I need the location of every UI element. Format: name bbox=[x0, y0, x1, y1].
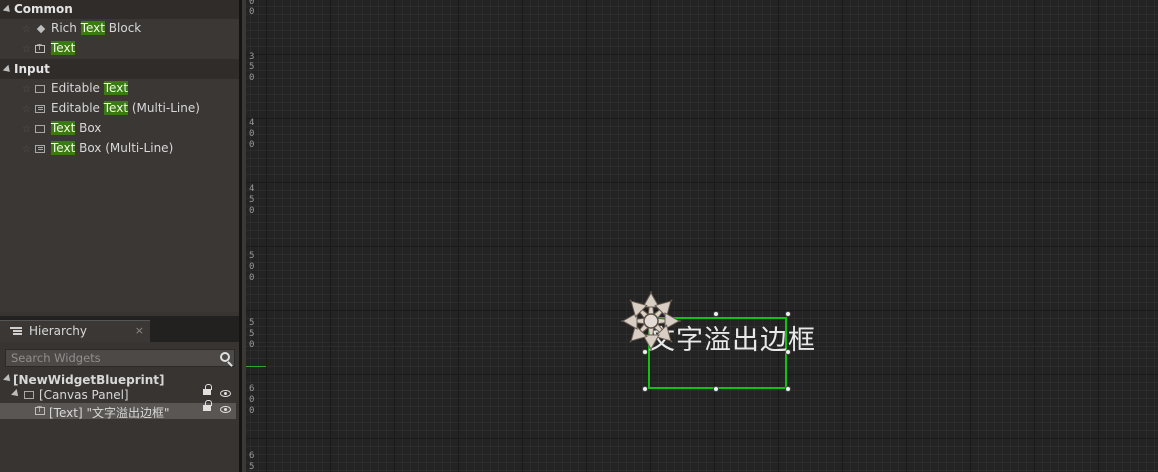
ruler-label: 5 bbox=[249, 251, 255, 261]
resize-handle[interactable] bbox=[785, 311, 791, 317]
lock-icon[interactable] bbox=[203, 400, 212, 411]
favorite-star-icon[interactable]: ☆ bbox=[22, 144, 31, 155]
expand-triangle-icon[interactable] bbox=[11, 389, 21, 399]
ruler-cursor-marker bbox=[246, 366, 266, 367]
ruler-label: 5 bbox=[249, 195, 255, 205]
category-common[interactable]: Common bbox=[0, 0, 239, 19]
tree-item-text-selected[interactable]: [Text] "文字溢出边框" bbox=[0, 400, 236, 420]
ruler-label: 5 bbox=[249, 62, 255, 72]
ruler-label: 0 bbox=[249, 340, 255, 350]
eye-icon[interactable] bbox=[220, 390, 231, 397]
editable-text-icon bbox=[35, 85, 45, 93]
ruler-label: 5 bbox=[249, 318, 255, 328]
category-label: Common bbox=[14, 2, 73, 16]
ruler-label: 4 bbox=[249, 118, 255, 128]
ruler-label: 6 bbox=[249, 451, 255, 461]
favorite-star-icon[interactable]: ☆ bbox=[22, 124, 31, 135]
ruler-label: 6 bbox=[249, 384, 255, 394]
expand-triangle-icon[interactable] bbox=[3, 374, 13, 384]
favorite-star-icon[interactable]: ☆ bbox=[22, 44, 31, 55]
palette-item-editable-text[interactable]: ☆ Editable Text bbox=[0, 79, 239, 99]
ruler-label: 0 bbox=[249, 406, 255, 416]
tree-item-label: [NewWidgetBlueprint] bbox=[13, 373, 165, 387]
ruler-label: 5 bbox=[249, 462, 255, 472]
tree-item-canvas-panel[interactable]: [Canvas Panel] bbox=[0, 384, 239, 403]
resize-handle[interactable] bbox=[642, 386, 648, 392]
tree-item-label: [Canvas Panel] bbox=[39, 388, 129, 402]
palette-panel: Common ☆ Rich Text Block ☆ Text Input ☆ … bbox=[0, 0, 239, 312]
ruler-label: 5 bbox=[249, 329, 255, 339]
palette-item-label: Rich Text Block bbox=[51, 21, 142, 35]
search-input[interactable]: Search Widgets bbox=[5, 349, 235, 367]
left-panel: Common ☆ Rich Text Block ☆ Text Input ☆ … bbox=[0, 0, 239, 472]
palette-item-label: Editable Text (Multi-Line) bbox=[51, 101, 200, 115]
ruler-label: 0 bbox=[249, 7, 255, 17]
palette-item-editable-text-multiline[interactable]: ☆ Editable Text (Multi-Line) bbox=[0, 99, 239, 119]
tree-item-root[interactable]: [NewWidgetBlueprint] bbox=[0, 372, 239, 388]
expand-triangle-icon[interactable] bbox=[2, 4, 13, 15]
editable-multiline-icon bbox=[35, 105, 45, 113]
text-box-icon bbox=[35, 125, 45, 133]
hierarchy-icon bbox=[10, 327, 22, 335]
ruler-label: 0 bbox=[249, 273, 255, 283]
tab-label: Hierarchy bbox=[29, 324, 88, 338]
text-block-icon bbox=[35, 43, 45, 53]
palette-item-text[interactable]: ☆ Text bbox=[0, 39, 239, 59]
category-input[interactable]: Input bbox=[0, 59, 239, 79]
resize-handle[interactable] bbox=[713, 311, 719, 317]
expand-triangle-icon[interactable] bbox=[2, 64, 13, 75]
search-placeholder: Search Widgets bbox=[11, 351, 101, 365]
palette-item-label: Text Box (Multi-Line) bbox=[51, 141, 174, 155]
ruler-label: 0 bbox=[249, 0, 255, 7]
text-block-icon bbox=[35, 405, 45, 415]
ruler-label: 3 bbox=[249, 52, 255, 62]
text-box-multiline-icon bbox=[35, 145, 45, 153]
lock-icon[interactable] bbox=[203, 384, 212, 395]
favorite-star-icon[interactable]: ☆ bbox=[22, 104, 31, 115]
resize-handle[interactable] bbox=[785, 386, 791, 392]
palette-item-label: Text Box bbox=[51, 121, 102, 135]
tab-hierarchy[interactable]: Hierarchy × bbox=[0, 320, 150, 342]
palette-item-label: Editable Text bbox=[51, 81, 129, 95]
palette-item-rich-text-block[interactable]: ☆ Rich Text Block bbox=[0, 19, 239, 39]
palette-item-label: Text bbox=[51, 41, 76, 55]
ruler-label: 0 bbox=[249, 262, 255, 272]
close-icon[interactable]: × bbox=[135, 324, 144, 337]
ruler-label: 0 bbox=[249, 206, 255, 216]
ruler-label: 0 bbox=[249, 140, 255, 150]
diamond-icon bbox=[36, 24, 46, 34]
resize-handle[interactable] bbox=[713, 386, 719, 392]
palette-item-text-box-multiline[interactable]: ☆ Text Box (Multi-Line) bbox=[0, 139, 239, 159]
favorite-star-icon[interactable]: ☆ bbox=[22, 84, 31, 95]
ruler-label: 0 bbox=[249, 395, 255, 405]
palette-item-text-box[interactable]: ☆ Text Box bbox=[0, 119, 239, 139]
category-label: Input bbox=[14, 62, 50, 76]
ruler-label: 0 bbox=[249, 129, 255, 139]
tree-item-label: [Text] "文字溢出边框" bbox=[49, 406, 170, 420]
ruler-label: 4 bbox=[249, 184, 255, 194]
search-icon[interactable] bbox=[220, 352, 230, 362]
anchor-icon[interactable] bbox=[618, 288, 684, 354]
ruler-label: 0 bbox=[249, 73, 255, 83]
favorite-star-icon[interactable]: ☆ bbox=[22, 24, 31, 35]
eye-icon[interactable] bbox=[220, 406, 231, 413]
canvas-panel-icon bbox=[24, 391, 34, 399]
designer-canvas[interactable] bbox=[246, 0, 1158, 472]
